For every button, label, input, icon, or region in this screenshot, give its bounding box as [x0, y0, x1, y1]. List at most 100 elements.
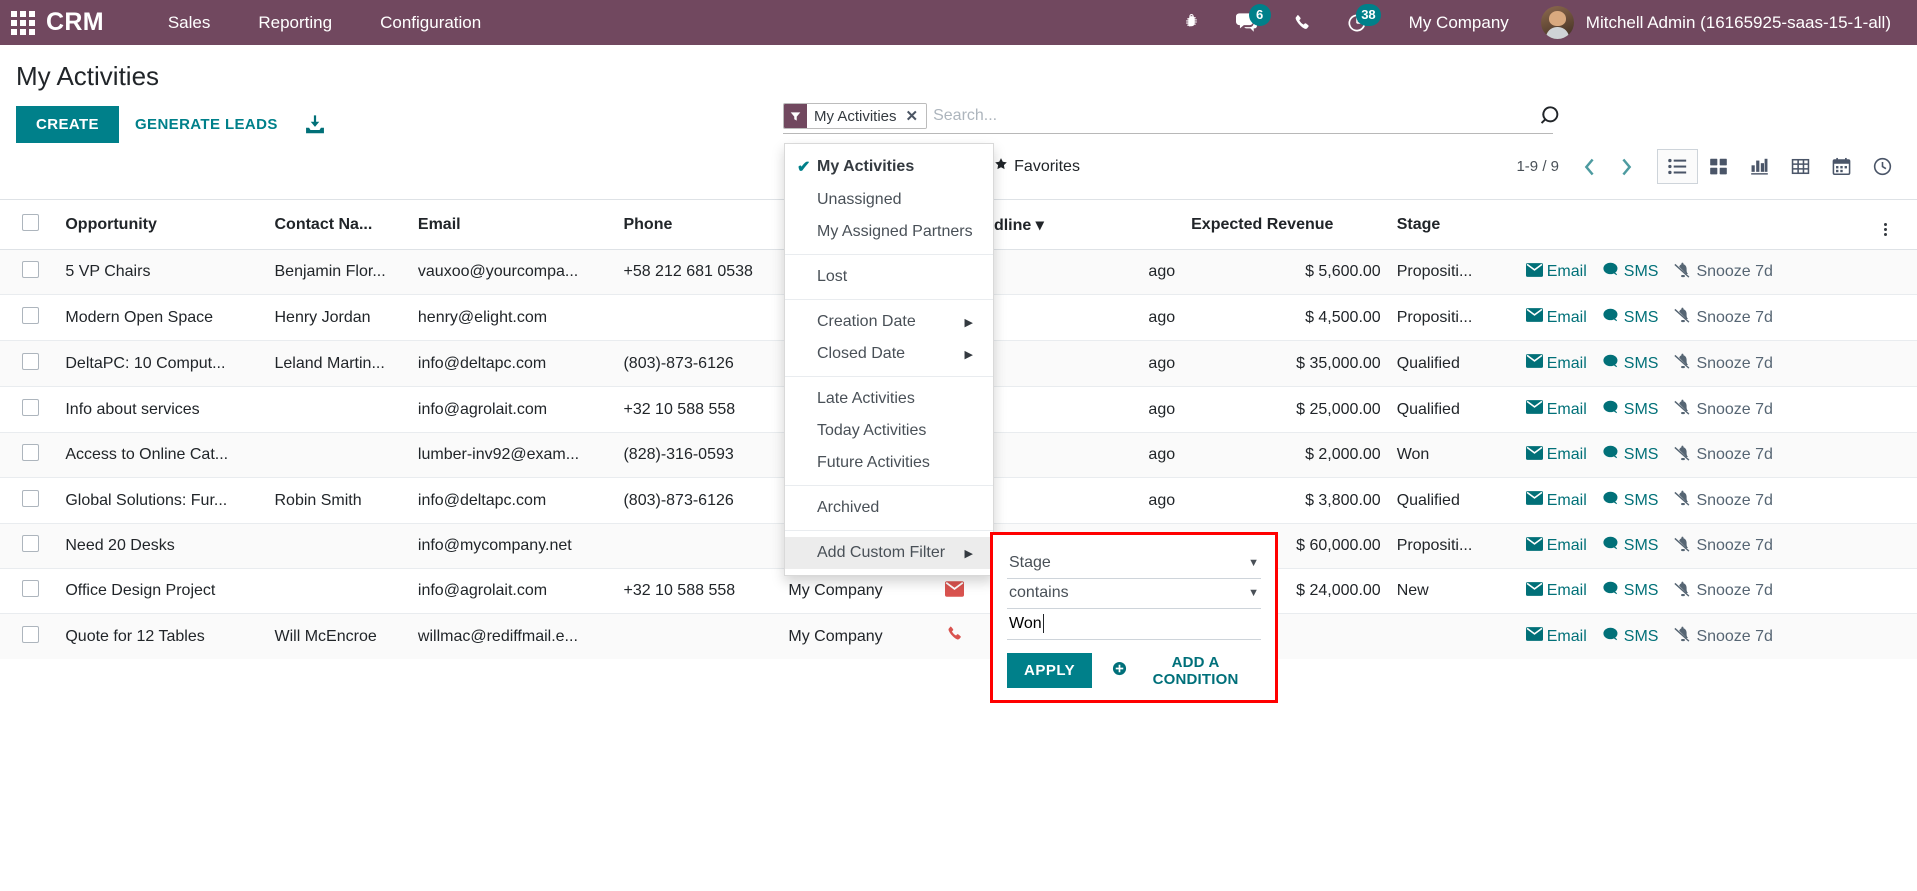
row-checkbox[interactable]: [22, 626, 39, 643]
phone-icon[interactable]: [1275, 0, 1329, 45]
filter-item-add-custom-filter[interactable]: Add Custom Filter ▶: [785, 537, 993, 569]
envelope-icon[interactable]: [945, 584, 964, 601]
row-sms-button[interactable]: SMS: [1603, 491, 1675, 511]
filter-item-creation-date[interactable]: Creation Date ▶: [785, 306, 993, 338]
row-snooze-button[interactable]: Snooze 7d: [1674, 353, 1789, 374]
custom-filter-operator-value: contains: [1009, 584, 1069, 602]
row-sms-button[interactable]: SMS: [1603, 400, 1675, 420]
vertical-dots-icon[interactable]: [1884, 223, 1887, 236]
search-input[interactable]: [933, 107, 1553, 125]
apply-button[interactable]: APPLY: [1007, 653, 1092, 688]
filter-item-my-assigned-partners[interactable]: My Assigned Partners: [785, 216, 993, 248]
row-snooze-button[interactable]: Snooze 7d: [1674, 445, 1789, 466]
app-brand-crm[interactable]: CRM: [46, 8, 104, 37]
custom-filter-field-select[interactable]: Stage ▼: [1007, 549, 1261, 579]
messages-icon[interactable]: 6: [1218, 0, 1275, 45]
row-snooze-button[interactable]: Snooze 7d: [1674, 490, 1789, 511]
row-sms-button[interactable]: SMS: [1603, 262, 1675, 282]
row-sms-button[interactable]: SMS: [1603, 308, 1675, 328]
user-menu[interactable]: Mitchell Admin (16165925-saas-15-1-all): [1533, 6, 1907, 39]
row-snooze-label: Snooze 7d: [1696, 446, 1773, 464]
row-snooze-button[interactable]: Snooze 7d: [1674, 262, 1789, 283]
chevron-left-icon[interactable]: [1573, 153, 1606, 181]
row-email-button[interactable]: Email: [1526, 263, 1603, 282]
cell-next-activity[interactable]: [924, 614, 986, 660]
row-email-button[interactable]: Email: [1526, 537, 1603, 556]
row-sms-button[interactable]: SMS: [1603, 445, 1675, 465]
filter-item-archived[interactable]: Archived: [785, 492, 993, 524]
row-email-button[interactable]: Email: [1526, 627, 1603, 646]
row-snooze-button[interactable]: Snooze 7d: [1674, 399, 1789, 420]
select-all-checkbox[interactable]: [22, 214, 39, 231]
nav-menu-sales[interactable]: Sales: [144, 0, 235, 45]
row-checkbox[interactable]: [22, 261, 39, 278]
filter-item-today-activities[interactable]: Today Activities: [785, 415, 993, 447]
header-optional-columns[interactable]: [1876, 200, 1917, 250]
row-sms-button[interactable]: SMS: [1603, 581, 1675, 601]
close-x-icon[interactable]: ✕: [904, 104, 927, 128]
row-email-button[interactable]: Email: [1526, 400, 1603, 419]
filter-item-closed-date[interactable]: Closed Date ▶: [785, 338, 993, 370]
create-button[interactable]: CREATE: [16, 106, 119, 143]
header-email[interactable]: Email: [410, 200, 616, 250]
clock-icon[interactable]: [1862, 149, 1903, 184]
apps-grid-icon[interactable]: [0, 11, 46, 35]
custom-filter-operator-select[interactable]: contains ▼: [1007, 579, 1261, 609]
row-checkbox[interactable]: [22, 490, 39, 507]
row-sms-button[interactable]: SMS: [1603, 354, 1675, 374]
row-email-button[interactable]: Email: [1526, 491, 1603, 510]
row-sms-button[interactable]: SMS: [1603, 627, 1675, 647]
row-checkbox[interactable]: [22, 353, 39, 370]
filter-item-late-activities[interactable]: Late Activities: [785, 383, 993, 415]
row-snooze-button[interactable]: Snooze 7d: [1674, 307, 1789, 328]
nav-menu-reporting[interactable]: Reporting: [234, 0, 356, 45]
row-checkbox[interactable]: [22, 399, 39, 416]
row-sms-label: SMS: [1624, 309, 1659, 327]
filter-item-unassigned[interactable]: Unassigned: [785, 184, 993, 216]
envelope-icon: [1526, 446, 1543, 465]
filter-item-lost[interactable]: Lost: [785, 261, 993, 293]
row-sms-button[interactable]: SMS: [1603, 536, 1675, 556]
pager-and-views: 1-9 / 9: [1516, 149, 1903, 184]
row-email-button[interactable]: Email: [1526, 446, 1603, 465]
company-switcher[interactable]: My Company: [1385, 13, 1533, 33]
table-row[interactable]: Quote for 12 TablesWill McEncroewillmac@…: [0, 614, 1917, 660]
nav-menu-configuration[interactable]: Configuration: [356, 0, 505, 45]
row-checkbox[interactable]: [22, 580, 39, 597]
custom-filter-value-wrap[interactable]: Won: [1007, 609, 1261, 640]
kanban-squares-icon[interactable]: [1698, 149, 1739, 184]
filter-item-future-activities[interactable]: Future Activities: [785, 447, 993, 479]
search-icon[interactable]: [1541, 105, 1563, 132]
generate-leads-button[interactable]: GENERATE LEADS: [119, 106, 294, 143]
row-email-button[interactable]: Email: [1526, 308, 1603, 327]
row-checkbox[interactable]: [22, 535, 39, 552]
row-snooze-button[interactable]: Snooze 7d: [1674, 536, 1789, 557]
header-phone[interactable]: Phone: [615, 200, 780, 250]
row-snooze-button[interactable]: Snooze 7d: [1674, 581, 1789, 602]
import-download-icon[interactable]: [294, 108, 336, 142]
list-icon[interactable]: [1657, 149, 1698, 184]
add-a-condition-button[interactable]: ADD A CONDITION: [1112, 654, 1261, 688]
header-deadline[interactable]: dline ▾: [986, 200, 1183, 250]
phone-icon[interactable]: [946, 630, 963, 647]
activities-clock-icon[interactable]: 38: [1329, 0, 1385, 45]
header-opportunity[interactable]: Opportunity: [57, 200, 266, 250]
search-facet-my-activities[interactable]: My Activities ✕: [783, 103, 927, 129]
filter-item-my-activities[interactable]: ✔ My Activities: [785, 150, 993, 184]
calendar-icon[interactable]: [1821, 149, 1862, 184]
row-checkbox[interactable]: [22, 307, 39, 324]
row-checkbox[interactable]: [22, 444, 39, 461]
cell-deadline: ago: [986, 433, 1183, 478]
header-contact-name[interactable]: Contact Na...: [267, 200, 410, 250]
chevron-right-icon[interactable]: [1610, 153, 1643, 181]
bar-chart-icon[interactable]: [1739, 149, 1780, 184]
row-snooze-button[interactable]: Snooze 7d: [1674, 626, 1789, 647]
header-stage[interactable]: Stage: [1389, 200, 1518, 250]
favorites-button[interactable]: Favorites: [982, 150, 1092, 183]
header-expected-revenue[interactable]: Expected Revenue: [1183, 200, 1389, 250]
row-email-button[interactable]: Email: [1526, 582, 1603, 601]
table-grid-icon[interactable]: [1780, 149, 1821, 184]
bug-icon[interactable]: [1165, 0, 1218, 45]
row-email-button[interactable]: Email: [1526, 354, 1603, 373]
search-box[interactable]: My Activities ✕: [783, 103, 1553, 134]
